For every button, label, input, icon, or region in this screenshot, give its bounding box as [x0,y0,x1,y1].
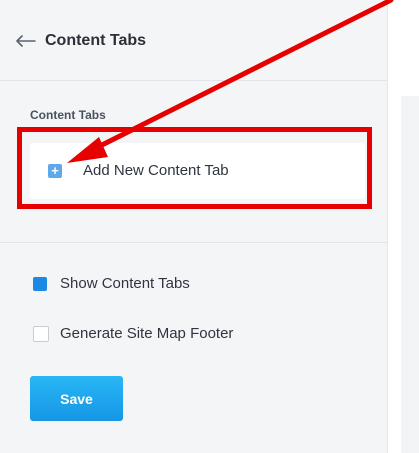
show-content-tabs-label: Show Content Tabs [60,275,190,292]
save-button[interactable]: Save [30,376,123,421]
page: Content Tabs Content Tabs + Add New Cont… [0,0,419,453]
generate-site-map-footer-option[interactable]: Generate Site Map Footer [33,324,293,344]
generate-site-map-footer-checkbox[interactable] [33,326,49,342]
generate-site-map-footer-label: Generate Site Map Footer [60,325,234,342]
divider [0,242,387,243]
panel-header: Content Tabs [0,0,387,81]
add-new-content-tab-button[interactable]: + Add New Content Tab [30,143,365,199]
show-content-tabs-checkbox[interactable] [33,277,47,291]
show-content-tabs-option[interactable]: Show Content Tabs [33,274,253,294]
page-title: Content Tabs [45,32,147,49]
section-label-content-tabs: Content Tabs [30,108,106,122]
add-new-content-tab-label: Add New Content Tab [83,162,229,179]
preview-body [401,96,419,453]
settings-panel: Content Tabs Content Tabs + Add New Cont… [0,0,388,453]
preview-area [388,0,419,453]
preview-header [388,0,419,96]
arrow-left-icon[interactable] [16,35,36,47]
plus-icon: + [48,164,62,178]
